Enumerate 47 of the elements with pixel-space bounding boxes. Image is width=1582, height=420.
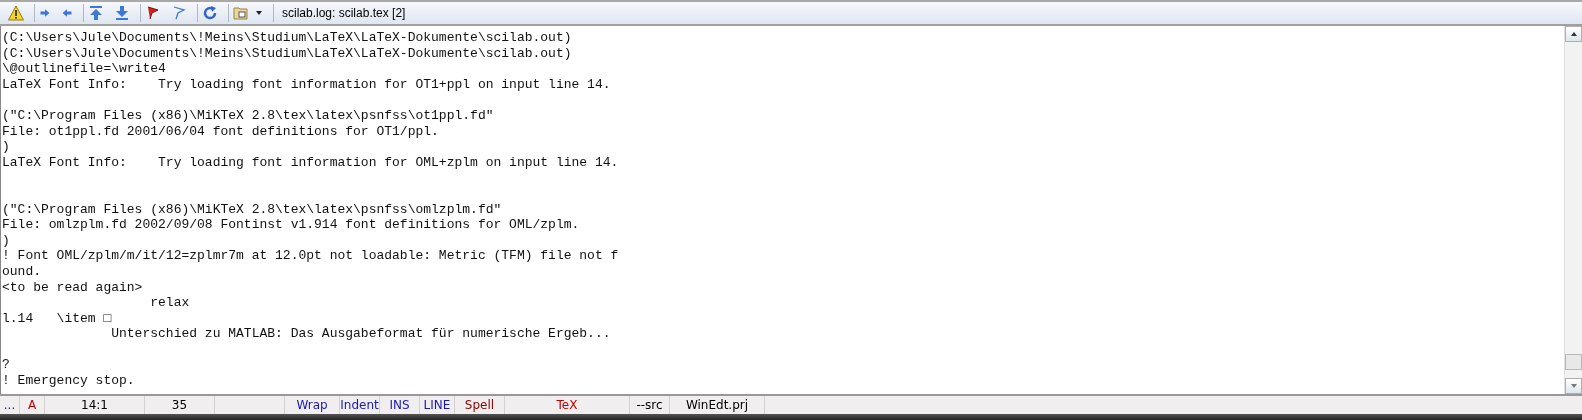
folder-dropdown[interactable] <box>233 5 263 21</box>
folder-icon <box>233 5 249 21</box>
scrollbar[interactable] <box>1564 26 1582 394</box>
log-line: LaTeX Font Info: Try loading font information for OML+zplm on input line 14. <box>2 154 620 171</box>
log-line: (C:\Users\Jule\Documents\!Meins\Studium\LaTeX\LaTeX-Dokumente\scilab.out) <box>2 45 573 62</box>
status-text: TeX <box>556 398 578 412</box>
log-line: ? <box>2 357 11 374</box>
jump-bottom-icon[interactable] <box>114 5 130 21</box>
caret-icon <box>255 9 263 17</box>
status-text: 35 <box>171 398 188 412</box>
status-text: LINE <box>423 398 451 412</box>
log-line: LaTeX Font Info: Try loading font information for OT1+ppl on input line 14. <box>2 76 612 93</box>
warning-icon[interactable] <box>8 5 24 21</box>
log-line: ! Emergency stop. <box>2 373 136 389</box>
refresh-icon[interactable] <box>202 5 218 21</box>
log-line: ) <box>2 232 11 249</box>
log-line: l.14 \item □ <box>2 310 113 327</box>
status-text: Spell <box>464 398 495 412</box>
status-text: Wrap <box>296 398 328 412</box>
log-line: ! Font OML/zplm/m/it/12=zplmr7m at 12.0pt not loadable: Metric (TFM) file not f <box>2 248 620 264</box>
log-line: \@outlinefile=\write4 <box>2 61 167 77</box>
status-text: Indent <box>340 398 379 412</box>
log-line: File: omlzplm.fd 2002/09/08 Fontinst v1.914 font definitions for OML/zplm. <box>2 217 581 233</box>
log-line: <to be read again> <box>2 279 144 296</box>
log-line: ound. <box>2 263 42 280</box>
log-line: ) <box>2 139 11 155</box>
log-line: Unterschied zu MATLAB: Das Ausgabeformat für numerische Ergeb... <box>110 326 612 342</box>
status-text: 14:1 <box>81 398 108 412</box>
log-line: relax <box>149 295 191 311</box>
log-line: File: ot1ppl.fd 2001/06/04 font definitions for OT1/ppl. <box>2 123 440 140</box>
scroll-up-icon[interactable] <box>1565 26 1582 42</box>
flag-outline-icon[interactable] <box>171 5 187 21</box>
status-text: A <box>27 398 37 412</box>
document-title: scilab.log: scilab.tex [2] <box>282 6 406 20</box>
flag-icon[interactable] <box>145 5 161 21</box>
jump-top-icon[interactable] <box>88 5 104 21</box>
log-line: ("C:\Program Files (x86)\MiKTeX 2.8\tex\latex\psnfss\ot1ppl.fd" <box>2 107 495 124</box>
status-text: INS <box>389 398 410 412</box>
arrow-right-icon[interactable] <box>39 7 51 19</box>
log-line: (C:\Users\Jule\Documents\!Meins\Studium\LaTeX\LaTeX-Dokumente\scilab.out) <box>2 30 573 46</box>
log-line: ("C:\Program Files (x86)\MiKTeX 2.8\tex\latex\psnfss\omlzplm.fd" <box>2 201 503 218</box>
status-text: --src <box>636 398 663 412</box>
status-text: ... <box>3 398 16 412</box>
scroll-thumb[interactable] <box>1565 354 1582 370</box>
status-text: WinEdt.prj <box>685 398 749 412</box>
scroll-down-icon[interactable] <box>1565 378 1582 394</box>
arrow-left-icon[interactable] <box>61 7 73 19</box>
